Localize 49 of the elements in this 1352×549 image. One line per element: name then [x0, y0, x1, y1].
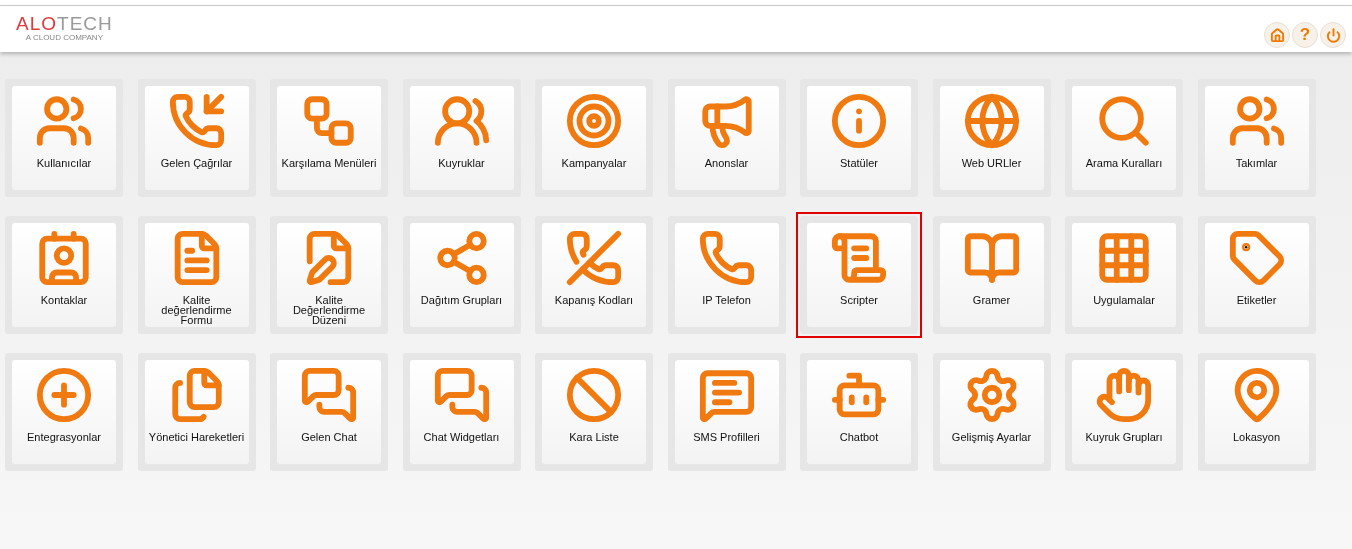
module-tile[interactable]: Lokasyon	[1197, 353, 1316, 471]
module-tile[interactable]: Scripter	[796, 212, 922, 338]
module-tile[interactable]: Chat Widgetları	[402, 353, 521, 471]
module-tile[interactable]: Anonslar	[667, 79, 786, 197]
module-tile[interactable]: Kampanyalar	[535, 79, 653, 197]
logo-text: TECH	[57, 14, 113, 33]
tag-icon	[1227, 229, 1286, 287]
hand-icon	[1095, 366, 1153, 424]
module-tile[interactable]: Kalite Değerlendirme Düzeni	[270, 216, 388, 334]
module-tile[interactable]: Web URLler	[932, 79, 1051, 197]
chat-bubbles-icon	[300, 366, 358, 424]
home-icon	[1269, 27, 1285, 43]
module-tile[interactable]: Gramer	[932, 216, 1051, 334]
power-button[interactable]	[1320, 22, 1346, 48]
module-tile[interactable]: Uygulamalar	[1065, 216, 1183, 334]
module-tile[interactable]: Kontaklar	[5, 216, 123, 334]
hang-up-icon	[565, 229, 623, 287]
incoming-call-icon	[167, 92, 226, 150]
module-tile[interactable]: Yönetici Hareketleri	[137, 353, 256, 471]
module-tile[interactable]: IP Telefon	[667, 216, 786, 334]
plus-icon	[35, 366, 93, 424]
phone-icon	[697, 229, 756, 287]
module-tile[interactable]: Statüler	[800, 79, 918, 197]
module-tile[interactable]: Dağıtım Grupları	[402, 216, 521, 334]
module-tile[interactable]: Kapanış Kodları	[535, 216, 653, 334]
logo-text: ALO	[16, 14, 58, 33]
module-tile[interactable]: Gelişmiş Ayarlar	[932, 353, 1051, 471]
module-tile[interactable]: Kara Liste	[535, 353, 653, 471]
info-icon	[830, 92, 888, 150]
chat-bubbles-icon	[432, 366, 491, 424]
logo-tagline: A CLOUD COMPANY	[25, 34, 103, 42]
home-button[interactable]	[1264, 22, 1290, 48]
power-icon	[1325, 27, 1341, 43]
module-tile[interactable]: Kullanıcılar	[5, 79, 123, 197]
module-tile[interactable]: Takımlar	[1197, 79, 1316, 197]
module-tile[interactable]: Entegrasyonlar	[5, 353, 123, 471]
module-tile[interactable]: Karşılama Menüleri	[270, 79, 388, 197]
module-tile[interactable]: Kalite değerlendirme Formu	[137, 216, 256, 334]
module-tile[interactable]: Chatbot	[800, 353, 918, 471]
module-tile[interactable]: Kuyruklar	[402, 79, 521, 197]
module-tile[interactable]: SMS Profilleri	[667, 353, 786, 471]
blocked-icon	[565, 366, 623, 424]
module-tile[interactable]: Etiketler	[1197, 216, 1316, 334]
globe-icon	[962, 92, 1021, 150]
module-tile[interactable]: Gelen Çağrılar	[137, 79, 256, 197]
target-icon	[565, 92, 623, 150]
module-tile[interactable]: Kuyruk Grupları	[1065, 353, 1183, 471]
module-tile[interactable]: Arama Kuralları	[1065, 79, 1183, 197]
module-tile[interactable]: Gelen Chat	[270, 353, 388, 471]
